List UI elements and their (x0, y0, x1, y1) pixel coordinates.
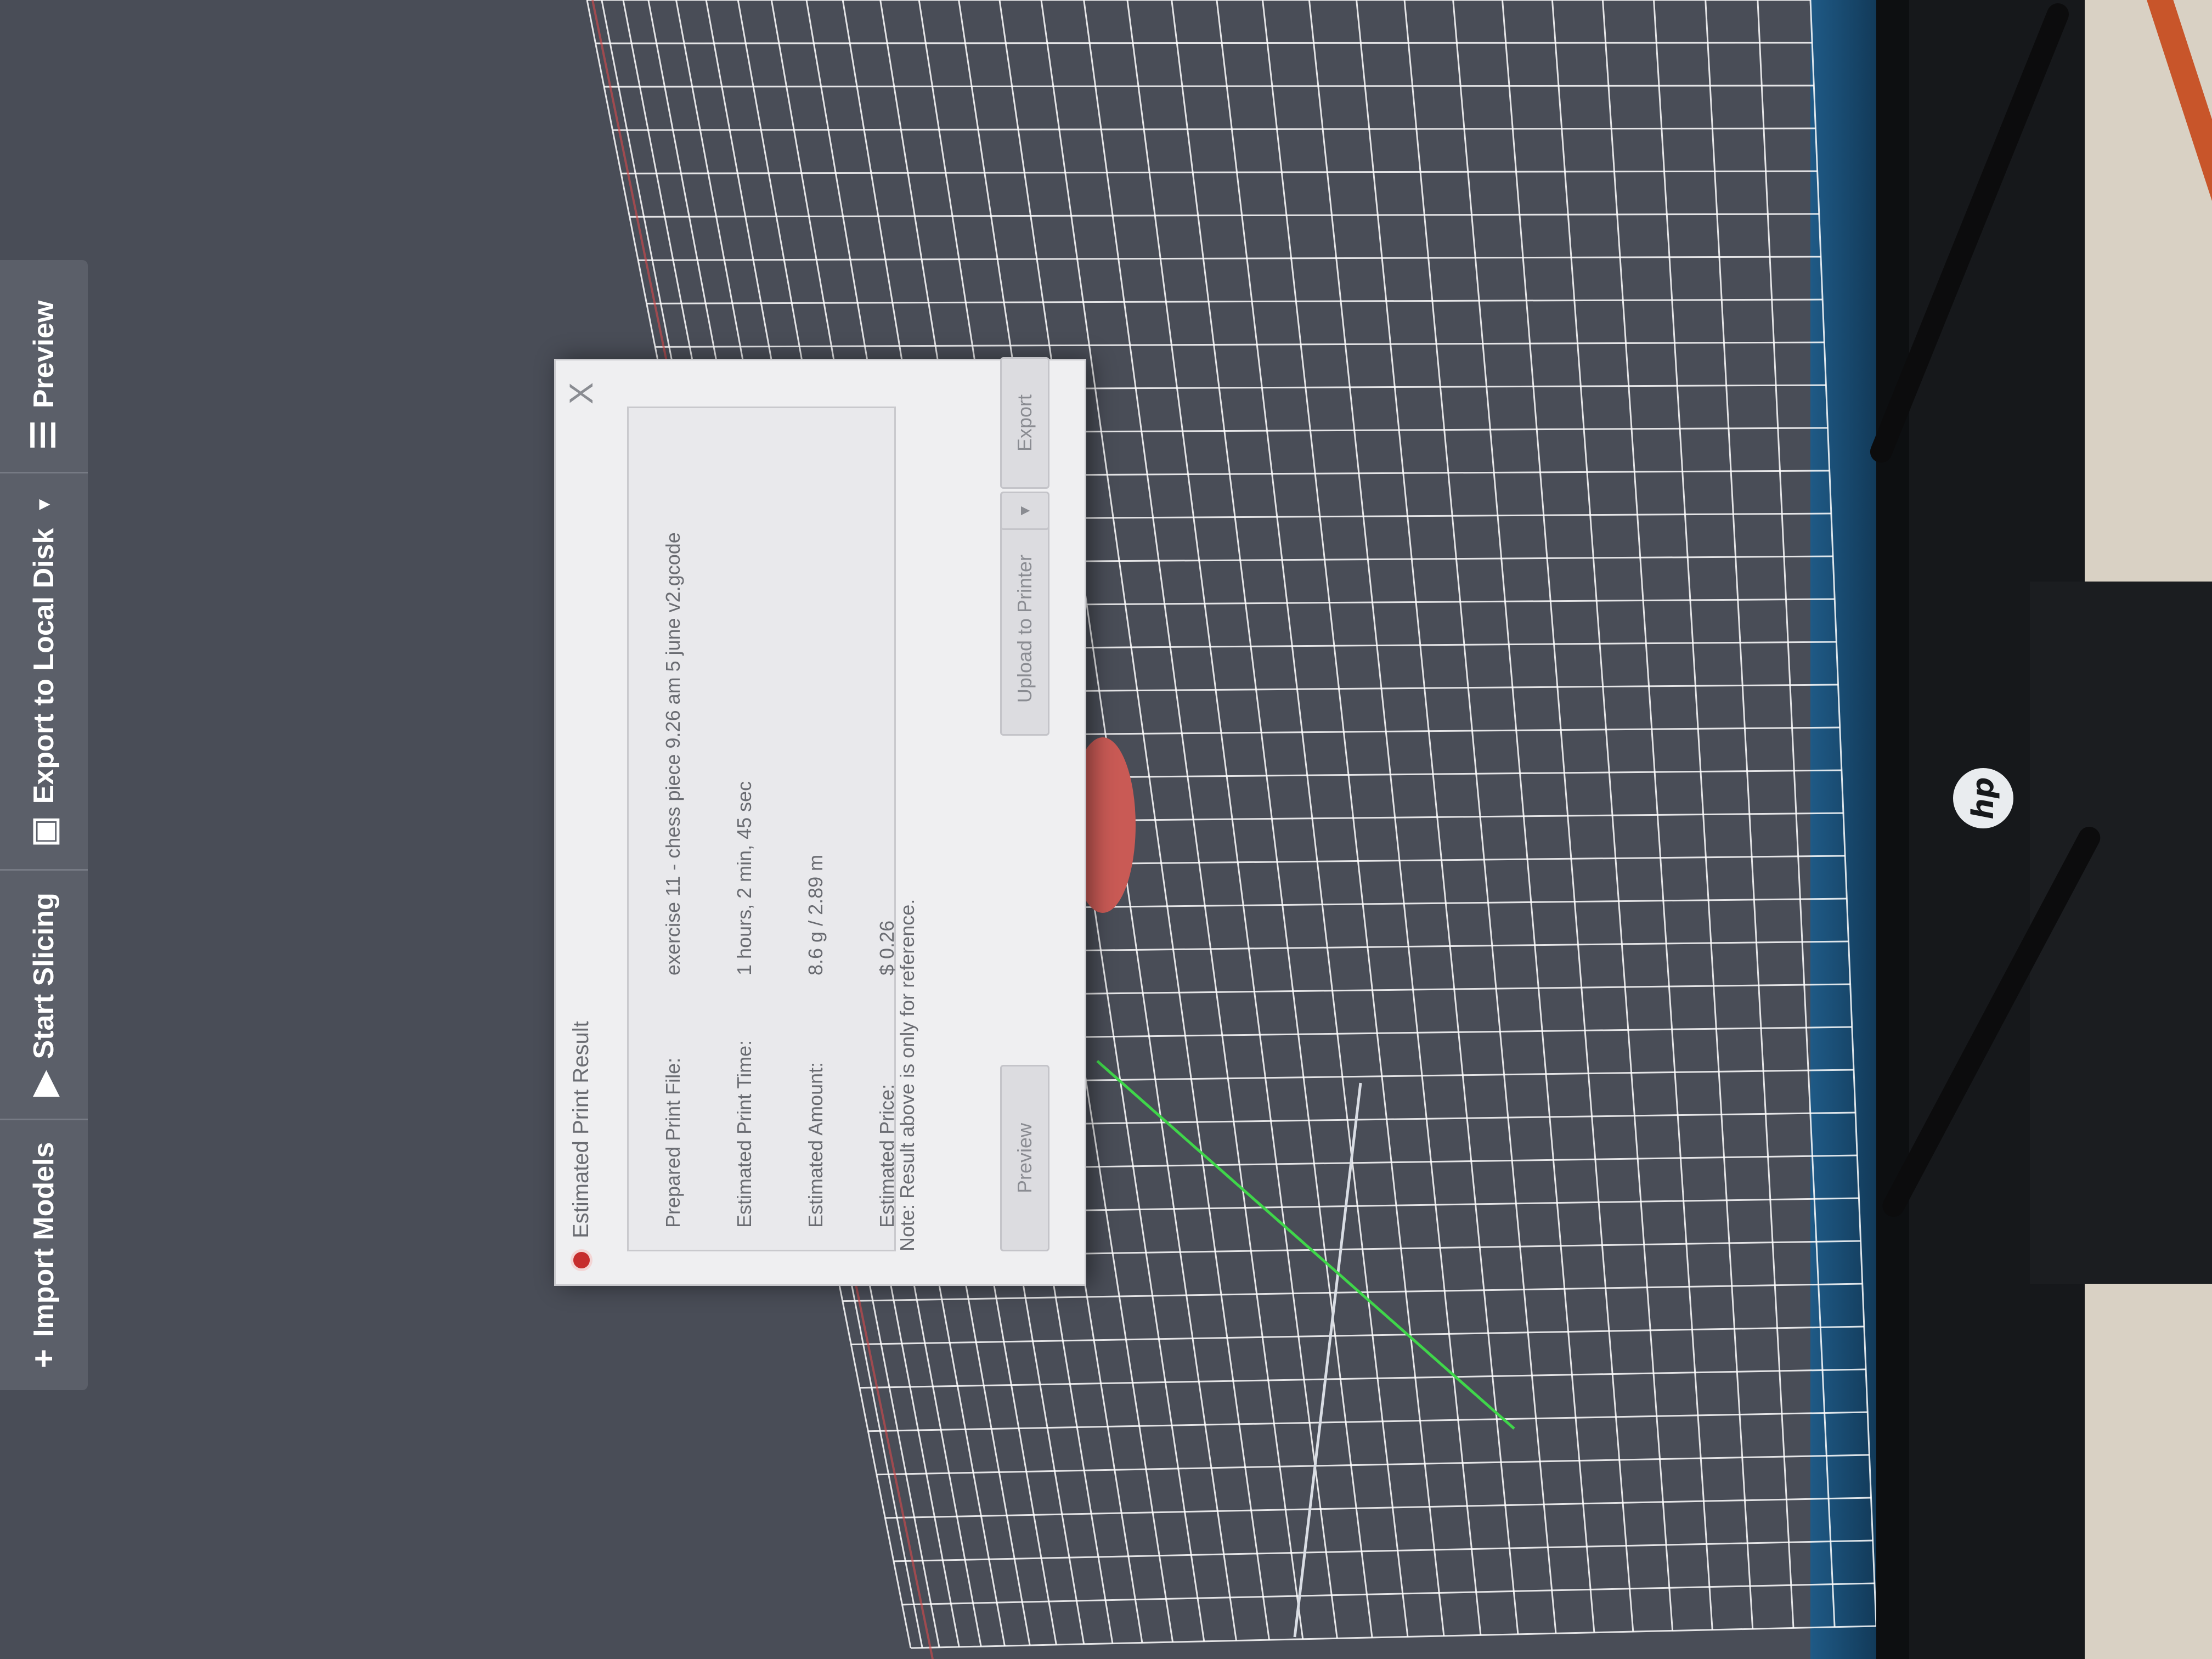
layers-icon: ☰ (25, 420, 62, 450)
export-local-disk-label: Export to Local Disk (28, 528, 60, 804)
dialog-title: Estimated Print Result (569, 1021, 593, 1238)
monitor-stand (2030, 582, 2212, 1284)
dialog-title-bar: Estimated Print Result (569, 1021, 594, 1271)
import-models-button[interactable]: + Import Models (0, 1118, 88, 1390)
result-label: Estimated Amount: (804, 1062, 827, 1228)
result-value: exercise 11 - chess piece 9.26 am 5 june… (662, 532, 684, 975)
result-label: Prepared Print File: (662, 1057, 684, 1228)
result-row-print-time: Estimated Print Time: 1 hours, 2 min, 45… (733, 427, 756, 1228)
chevron-down-icon[interactable]: ▼ (33, 495, 55, 514)
result-label: Estimated Print Time: (733, 1040, 755, 1228)
result-label: Estimated Price: (876, 1084, 898, 1228)
chevron-down-icon[interactable]: ▼ (1000, 492, 1049, 530)
build-plate-edge (1293, 1082, 1362, 1638)
slicer-app: + Import Models ▶ Start Slicing ▣ Export… (0, 0, 1876, 1659)
reference-note: Note: Result above is only for reference… (896, 899, 918, 1251)
result-value: 8.6 g / 2.89 m (804, 854, 827, 975)
result-value: 1 hours, 2 min, 45 sec (733, 781, 755, 975)
dialog-export-button[interactable]: Export (1000, 357, 1049, 489)
dialog-preview-button[interactable]: Preview (1000, 1065, 1049, 1251)
hp-logo: hp (1953, 768, 2013, 828)
start-slicing-label: Start Slicing (28, 893, 60, 1059)
monitor-bezel-edge (1876, 0, 1909, 1659)
result-row-print-file: Prepared Print File: exercise 11 - chess… (662, 427, 685, 1228)
app-logo-icon (570, 1249, 592, 1271)
import-models-label: Import Models (28, 1142, 60, 1337)
result-group: Prepared Print File: exercise 11 - chess… (627, 407, 899, 1251)
result-value: $ 0.26 (876, 920, 898, 975)
play-circle-icon: ▶ (25, 1071, 62, 1097)
main-toolbar: + Import Models ▶ Start Slicing ▣ Export… (0, 260, 88, 1390)
close-icon[interactable]: X (562, 382, 600, 404)
preview-button[interactable]: ☰ Preview (0, 279, 88, 472)
upload-to-printer-button[interactable]: Upload to Printer (1000, 522, 1049, 736)
y-axis-line (1096, 1060, 1515, 1430)
plus-icon: + (25, 1348, 62, 1368)
cable (2140, 0, 2212, 552)
disk-icon: ▣ (25, 816, 62, 848)
export-local-disk-button[interactable]: ▣ Export to Local Disk ▼ (0, 471, 88, 870)
result-row-amount: Estimated Amount: 8.6 g / 2.89 m (804, 427, 827, 1228)
start-slicing-button[interactable]: ▶ Start Slicing (0, 869, 88, 1119)
estimated-print-result-dialog: Estimated Print Result X Prepared Print … (554, 357, 1086, 1286)
result-row-price: Estimated Price: $ 0.26 (876, 427, 899, 1228)
preview-label: Preview (28, 300, 60, 409)
